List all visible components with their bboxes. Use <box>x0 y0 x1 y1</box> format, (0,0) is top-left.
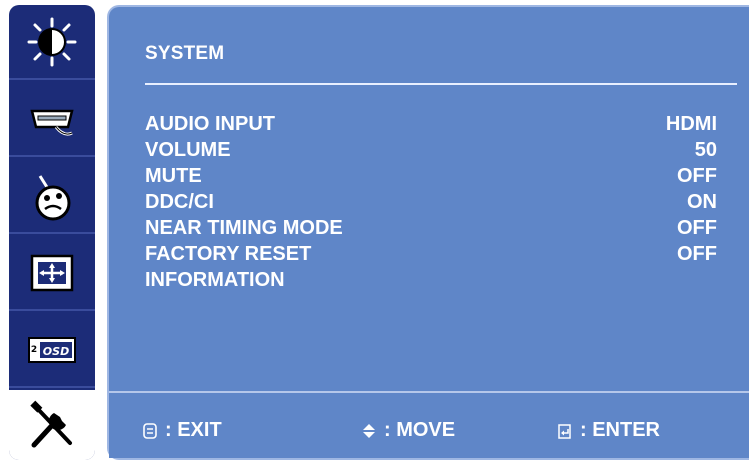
menu-item-value: 50 <box>694 139 717 161</box>
menu-item-ddc-ci[interactable]: DDC/CI ON <box>145 189 717 215</box>
menu-item-label: FACTORY RESET <box>145 243 312 265</box>
menu-item-value: OFF <box>677 243 717 265</box>
exit-hint: : EXIT <box>143 419 222 442</box>
divider <box>145 83 737 85</box>
enter-key-icon <box>558 423 571 439</box>
input-connector-icon <box>30 109 74 136</box>
menu-item-volume[interactable]: VOLUME 50 <box>145 137 717 163</box>
menu-item-label: DDC/CI <box>145 191 214 213</box>
menu-item-value: ON <box>687 191 717 213</box>
osd-sidebar: OSD 2 <box>9 5 95 460</box>
enter-label: : ENTER <box>580 419 660 441</box>
menu-item-label: VOLUME <box>145 139 231 161</box>
menu-item-label: NEAR TIMING MODE <box>145 217 343 239</box>
move-arrows-icon <box>30 254 74 291</box>
system-menu-panel: SYSTEM AUDIO INPUT HDMI VOLUME 50 MUTE O… <box>107 5 749 460</box>
move-label: : MOVE <box>384 419 456 441</box>
menu-item-mute[interactable]: MUTE OFF <box>145 163 717 189</box>
menu-item-information[interactable]: INFORMATION <box>145 267 717 293</box>
menu-item-factory-reset[interactable]: FACTORY RESET OFF <box>145 241 717 267</box>
menu-item-value: HDMI <box>665 113 717 135</box>
tab-brightness[interactable] <box>9 5 95 80</box>
menu-item-value: OFF <box>677 217 717 239</box>
move-hint: : MOVE <box>362 419 455 442</box>
osd-icon: OSD 2 <box>28 336 76 363</box>
svg-text:2: 2 <box>31 345 37 355</box>
settings-list: AUDIO INPUT HDMI VOLUME 50 MUTE OFF DDC/… <box>145 111 717 293</box>
key-hint-bar: : EXIT : MOVE : ENTER <box>109 393 749 458</box>
svg-text:OSD: OSD <box>43 345 69 358</box>
page-title: SYSTEM <box>145 43 225 64</box>
tab-system[interactable] <box>9 390 95 460</box>
menu-item-near-timing-mode[interactable]: NEAR TIMING MODE OFF <box>145 215 717 241</box>
tab-osd[interactable]: OSD 2 <box>9 313 95 388</box>
menu-item-audio-input[interactable]: AUDIO INPUT HDMI <box>145 111 717 137</box>
menu-item-label: MUTE <box>145 165 202 187</box>
menu-item-label: INFORMATION <box>145 269 285 291</box>
menu-item-label: AUDIO INPUT <box>145 113 275 135</box>
menu-key-icon <box>143 422 157 439</box>
tab-input[interactable] <box>9 82 95 157</box>
tools-icon <box>30 400 72 448</box>
color-palette-icon <box>35 174 71 220</box>
up-down-arrows-icon <box>363 423 375 438</box>
exit-label: : EXIT <box>165 419 222 441</box>
brightness-icon <box>27 17 77 66</box>
tab-position[interactable] <box>9 236 95 311</box>
tab-color[interactable] <box>9 159 95 234</box>
menu-item-value: OFF <box>677 165 717 187</box>
enter-hint: : ENTER <box>558 419 660 442</box>
